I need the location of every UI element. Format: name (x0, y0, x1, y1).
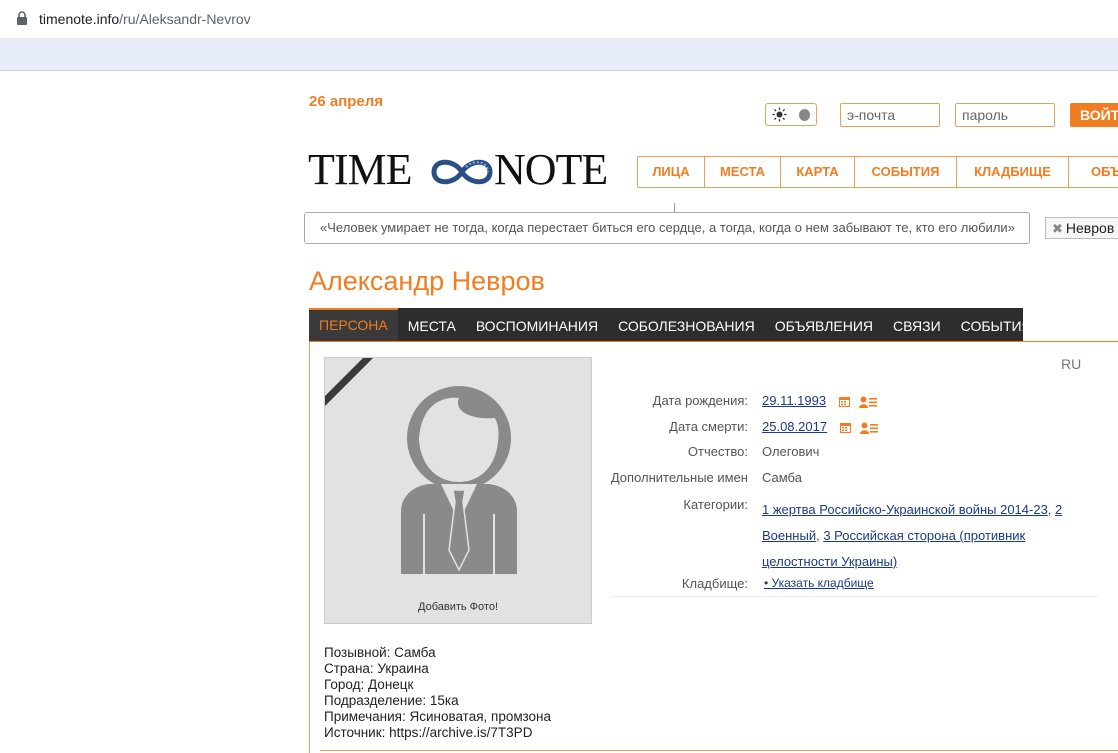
tab-condolences[interactable]: СОБОЛЕЗНОВАНИЯ (608, 308, 765, 342)
moon-icon (799, 109, 810, 121)
nav-cemetery[interactable]: КЛАДБИЩЕ (957, 157, 1069, 187)
page-title: Александр Невров (309, 266, 545, 296)
bio-line: Позывной: Самба (324, 645, 436, 660)
current-date: 26 апреля (309, 93, 384, 110)
extra-names-label: Дополнительные имен (610, 470, 748, 485)
photo-placeholder[interactable]: Добавить Фото! (324, 357, 592, 624)
mourning-ribbon-icon (325, 358, 373, 406)
death-date-link[interactable]: 25.08.2017 (762, 419, 827, 434)
email-input[interactable] (840, 103, 940, 127)
person-silhouette-icon (401, 386, 517, 574)
nav-map[interactable]: КАРТА (781, 157, 855, 187)
death-date-label: Дата смерти: (669, 419, 748, 434)
nav-events[interactable]: СОБЫТИЯ (855, 157, 957, 187)
bio-line: Примечания: Ясиноватая, промзона (324, 709, 551, 724)
url-text[interactable]: timenote.info/ru/Aleksandr-Nevrov (39, 11, 251, 27)
cemetery-label: Кладбище: (681, 576, 748, 591)
url-host: timenote.info (39, 11, 120, 27)
tab-memories[interactable]: ВОСПОМИНАНИЯ (466, 308, 608, 342)
close-icon[interactable]: ✖ (1052, 221, 1063, 236)
infinity-logo-icon (431, 159, 493, 185)
person-list-icon[interactable] (860, 422, 879, 434)
patronymic-value: Олегович (762, 444, 820, 459)
patronymic-label: Отчество: (687, 444, 748, 459)
login-button[interactable]: ВОЙТИ (1070, 103, 1118, 127)
death-date-row: 25.08.2017 (762, 419, 879, 434)
biography-notes: Позывной: Самба Страна: Украина Город: Д… (324, 645, 551, 741)
logo-text-right: NOTE (494, 145, 608, 194)
set-cemetery-link[interactable]: • Указать кладбище (764, 576, 874, 590)
theme-toggle[interactable] (765, 103, 817, 126)
tab-person[interactable]: ПЕРСОНА (309, 308, 398, 342)
divider (320, 750, 1118, 751)
site-logo[interactable]: TIME NOTE (308, 145, 613, 194)
bio-line: Страна: Украина (324, 661, 429, 676)
logo-text-left: TIME (308, 145, 413, 194)
nav-faces[interactable]: ЛИЦА (638, 157, 705, 187)
bio-line: Город: Донецк (324, 677, 414, 692)
nav-announcements[interactable]: ОБЪЯВЛЕНИЯ (1069, 157, 1118, 187)
extra-names-value: Самба (762, 470, 802, 485)
browser-toolbar: timenote.info/ru/Aleksandr-Nevrov (0, 0, 1118, 71)
nav-places[interactable]: МЕСТА (705, 157, 781, 187)
address-bar[interactable]: timenote.info/ru/Aleksandr-Nevrov (0, 0, 1118, 38)
category-link[interactable]: 1 жертва Российско-Украинской войны 2014… (762, 502, 1048, 517)
categories-list: 1 жертва Российско-Украинской войны 2014… (762, 502, 1063, 569)
tab-events[interactable]: СОБЫТИЯ (951, 308, 1042, 342)
add-photo-link[interactable]: Добавить Фото! (325, 601, 591, 613)
birth-date-link[interactable]: 29.11.1993 (762, 393, 826, 408)
calendar-icon[interactable] (839, 422, 851, 434)
bio-line: Источник: https://archive.is/7T3PD (324, 725, 533, 740)
birth-date-label: Дата рождения: (652, 393, 748, 408)
birth-date-row: 29.11.1993 (762, 393, 878, 408)
lock-icon (17, 11, 27, 25)
divider (612, 596, 1098, 597)
sun-icon (772, 107, 787, 122)
language-label[interactable]: RU (1061, 356, 1081, 372)
person-list-icon[interactable] (859, 396, 878, 408)
tab-places[interactable]: МЕСТА (398, 308, 466, 342)
bio-line: Подразделение: 15ка (324, 693, 459, 708)
search-tag-label: Невров (1065, 220, 1115, 236)
search-tag[interactable]: ✖ Невров (1045, 217, 1118, 239)
main-navigation: ЛИЦА МЕСТА КАРТА СОБЫТИЯ КЛАДБИЩЕ ОБЪЯВЛ… (637, 156, 1118, 188)
tab-announcements[interactable]: ОБЪЯВЛЕНИЯ (765, 308, 883, 342)
url-path: /ru/Aleksandr-Nevrov (119, 11, 251, 27)
quote-banner: «Человек умирает не тогда, когда переста… (304, 212, 1030, 244)
categories-label: Категории: (683, 497, 748, 512)
bookmarks-bar (0, 38, 1118, 70)
tab-connections[interactable]: СВЯЗИ (883, 308, 951, 342)
calendar-icon[interactable] (838, 396, 850, 408)
person-tab-bar: ПЕРСОНА МЕСТА ВОСПОМИНАНИЯ СОБОЛЕЗНОВАНИ… (309, 308, 1032, 342)
password-input[interactable] (955, 103, 1055, 127)
